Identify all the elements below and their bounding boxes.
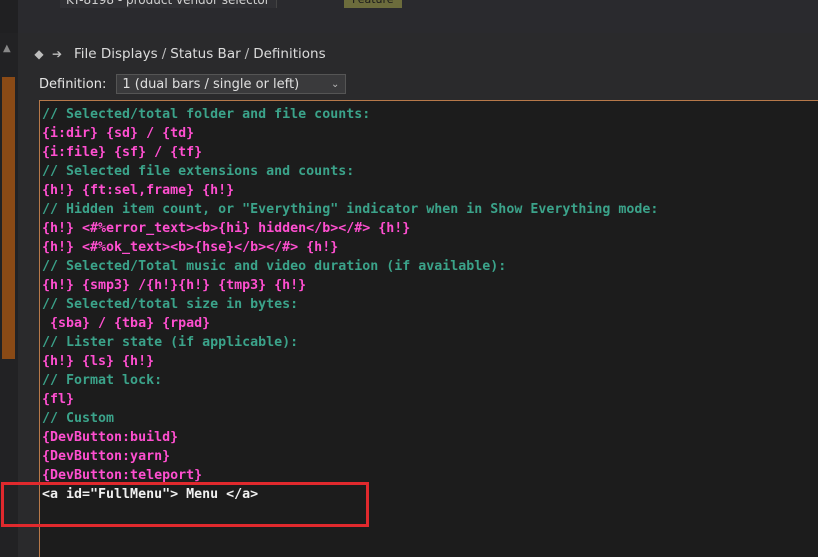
left-gutter: ▲ (0, 33, 18, 557)
code-comment-line[interactable]: // Selected file extensions and counts: (42, 162, 818, 181)
collapse-arrow-icon[interactable]: ▲ (3, 43, 11, 54)
code-line[interactable]: {DevButton:yarn} (42, 447, 818, 466)
code-comment-line[interactable]: // Lister state (if applicable): (42, 333, 818, 352)
code-comment-line[interactable]: // Custom (42, 409, 818, 428)
code-line[interactable]: {sba} / {tba} {rpad} (42, 314, 818, 333)
forward-arrow-icon[interactable]: ➔ (48, 47, 66, 61)
code-comment-line[interactable]: // Hidden item count, or "Everything" in… (42, 200, 818, 219)
code-line[interactable]: {h!} {ls} {h!} (42, 352, 818, 371)
settings-panel: ◆ ➔ File Displays / Status Bar / Definit… (18, 33, 818, 557)
chevron-down-icon: ⌄ (330, 78, 340, 90)
code-line[interactable]: {h!} <#%error_text><b>{hi} hidden</b></#… (42, 219, 818, 238)
title-strip: KT-8198 - product vendor selector Featur… (0, 0, 818, 33)
breadcrumb-item-current: Definitions (253, 46, 326, 62)
code-line[interactable]: {i:dir} {sd} / {td} (42, 124, 818, 143)
breadcrumb-item[interactable]: Status Bar (170, 46, 240, 62)
code-line[interactable]: {h!} {smp3} /{h!}{h!} {tmp3} {h!} (42, 276, 818, 295)
back-arrow-icon[interactable]: ◆ (30, 47, 48, 61)
definition-select[interactable]: 1 (dual bars / single or left) ⌄ (116, 74, 347, 94)
definition-selected-value: 1 (dual bars / single or left) (122, 76, 300, 92)
title-left-band (0, 0, 18, 33)
code-line[interactable]: {h!} {ft:sel,frame} {h!} (42, 181, 818, 200)
code-line[interactable]: {DevButton:build} (42, 428, 818, 447)
feature-tag: Feature (344, 0, 402, 8)
code-lines[interactable]: // Selected/total folder and file counts… (42, 105, 818, 504)
breadcrumb-item[interactable]: File Displays (74, 46, 158, 62)
breadcrumb-bar: ◆ ➔ File Displays / Status Bar / Definit… (18, 43, 798, 65)
code-comment-line[interactable]: // Selected/total size in bytes: (42, 295, 818, 314)
code-line[interactable]: {DevButton:teleport} (42, 466, 818, 485)
gutter-accent-bar (2, 77, 15, 359)
code-line[interactable]: {fl} (42, 390, 818, 409)
breadcrumb-separator: / (161, 46, 167, 62)
code-editor[interactable]: // Selected/total folder and file counts… (39, 100, 818, 557)
breadcrumb: File Displays / Status Bar / Definitions (74, 46, 326, 62)
breadcrumb-separator: / (244, 46, 250, 62)
definition-label: Definition: (39, 76, 107, 92)
window-tab[interactable]: KT-8198 - product vendor selector (60, 0, 277, 8)
code-line[interactable]: {h!} <#%ok_text><b>{hse}</b></#> {h!} (42, 238, 818, 257)
code-comment-line[interactable]: // Selected/total folder and file counts… (42, 105, 818, 124)
code-comment-line[interactable]: // Format lock: (42, 371, 818, 390)
code-line[interactable]: {i:file} {sf} / {tf} (42, 143, 818, 162)
code-comment-line[interactable]: // Selected/Total music and video durati… (42, 257, 818, 276)
definition-row: Definition: 1 (dual bars / single or lef… (39, 73, 347, 95)
code-line[interactable]: <a id="FullMenu"> Menu </a> (42, 485, 818, 504)
